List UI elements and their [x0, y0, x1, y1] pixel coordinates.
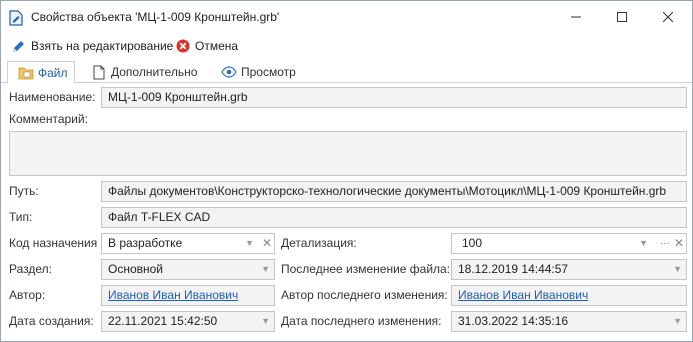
folder-icon	[18, 65, 34, 81]
window-title: Свойства объекта 'МЦ-1-009 Кронштейн.grb…	[31, 10, 280, 24]
author-field[interactable]: Иванов Иван Иванович	[101, 285, 275, 306]
section-select[interactable]: Основной ▼	[101, 259, 275, 280]
tab-bar: Файл Дополнительно Просмотр	[1, 61, 692, 84]
last-change-date-value: 31.03.2022 14:35:16	[458, 314, 569, 328]
name-value: МЦ-1-009 Кронштейн.grb	[108, 90, 248, 104]
document-icon	[91, 64, 107, 80]
chevron-down-icon[interactable]: ▼	[261, 260, 270, 279]
chevron-down-icon[interactable]: ▼	[673, 260, 682, 279]
detail-select[interactable]: 100 ▼ ··· ✕	[451, 233, 687, 254]
tab-preview-label: Просмотр	[241, 65, 296, 79]
last-change-author-link[interactable]: Иванов Иван Иванович	[458, 288, 588, 302]
eye-icon	[221, 64, 237, 80]
clear-icon[interactable]: ✕	[262, 234, 272, 253]
type-value: Файл T-FLEX CAD	[108, 210, 211, 224]
chevron-down-icon[interactable]: ▼	[673, 312, 682, 331]
last-change-date-label: Дата последнего изменения:	[281, 314, 442, 328]
cancel-icon	[175, 38, 191, 54]
created-field[interactable]: 22.11.2021 15:42:50 ▼	[101, 311, 275, 332]
cancel-label: Отмена	[195, 39, 239, 53]
comment-label: Комментарий:	[9, 112, 88, 126]
tab-preview[interactable]: Просмотр	[221, 61, 296, 83]
close-button[interactable]	[645, 1, 691, 33]
name-field[interactable]: МЦ-1-009 Кронштейн.grb	[101, 87, 687, 108]
tab-additional[interactable]: Дополнительно	[91, 61, 197, 83]
tab-file-label: Файл	[38, 65, 68, 80]
tab-file[interactable]: Файл	[7, 61, 75, 84]
last-change-author-label: Автор последнего изменения:	[281, 288, 448, 302]
chevron-down-icon[interactable]: ▼	[639, 234, 648, 253]
last-change-author-field[interactable]: Иванов Иван Иванович	[451, 285, 687, 306]
last-file-change-value: 18.12.2019 14:44:57	[458, 262, 569, 276]
document-edit-icon	[9, 10, 23, 26]
section-label: Раздел:	[9, 262, 52, 276]
comment-field[interactable]	[9, 131, 687, 176]
properties-window: Свойства объекта 'МЦ-1-009 Кронштейн.grb…	[0, 0, 693, 342]
minimize-button[interactable]	[553, 1, 599, 33]
pencil-icon	[11, 38, 27, 54]
clear-icon[interactable]: ✕	[674, 234, 684, 253]
file-properties-panel: Наименование: МЦ-1-009 Кронштейн.grb Ком…	[6, 85, 689, 339]
detail-label: Детализация:	[281, 236, 357, 250]
checkout-edit-button[interactable]: Взять на редактирование	[11, 35, 173, 57]
maximize-button[interactable]	[599, 1, 645, 33]
cancel-button[interactable]: Отмена	[175, 35, 238, 57]
purpose-code-value: В разработке	[108, 236, 183, 250]
section-value: Основной	[108, 262, 164, 276]
chevron-down-icon[interactable]: ▼	[261, 312, 270, 331]
toolbar: Взять на редактирование Отмена	[1, 35, 692, 57]
author-link[interactable]: Иванов Иван Иванович	[108, 288, 238, 302]
title-bar: Свойства объекта 'МЦ-1-009 Кронштейн.grb…	[1, 1, 692, 33]
last-change-date-field[interactable]: 31.03.2022 14:35:16 ▼	[451, 311, 687, 332]
path-field[interactable]: Файлы документов\Конструкторско-технолог…	[101, 181, 687, 202]
more-icon[interactable]: ···	[660, 234, 670, 253]
last-file-change-label: Последнее изменение файла:	[281, 262, 451, 276]
created-label: Дата создания:	[9, 314, 94, 328]
created-value: 22.11.2021 15:42:50	[108, 314, 218, 328]
purpose-code-label: Код назначения	[9, 236, 98, 250]
path-label: Путь:	[9, 184, 39, 198]
name-label: Наименование:	[9, 90, 96, 104]
chevron-down-icon[interactable]: ▼	[245, 234, 254, 253]
tab-additional-label: Дополнительно	[111, 65, 198, 79]
checkout-edit-label: Взять на редактирование	[31, 39, 174, 53]
type-field[interactable]: Файл T-FLEX CAD	[101, 207, 687, 228]
type-label: Тип:	[9, 210, 33, 224]
last-file-change-field[interactable]: 18.12.2019 14:44:57 ▼	[451, 259, 687, 280]
author-label: Автор:	[9, 288, 46, 302]
purpose-code-select[interactable]: В разработке ▼ ✕	[101, 233, 275, 254]
path-value: Файлы документов\Конструкторско-технолог…	[108, 184, 667, 198]
detail-value: 100	[462, 236, 483, 250]
